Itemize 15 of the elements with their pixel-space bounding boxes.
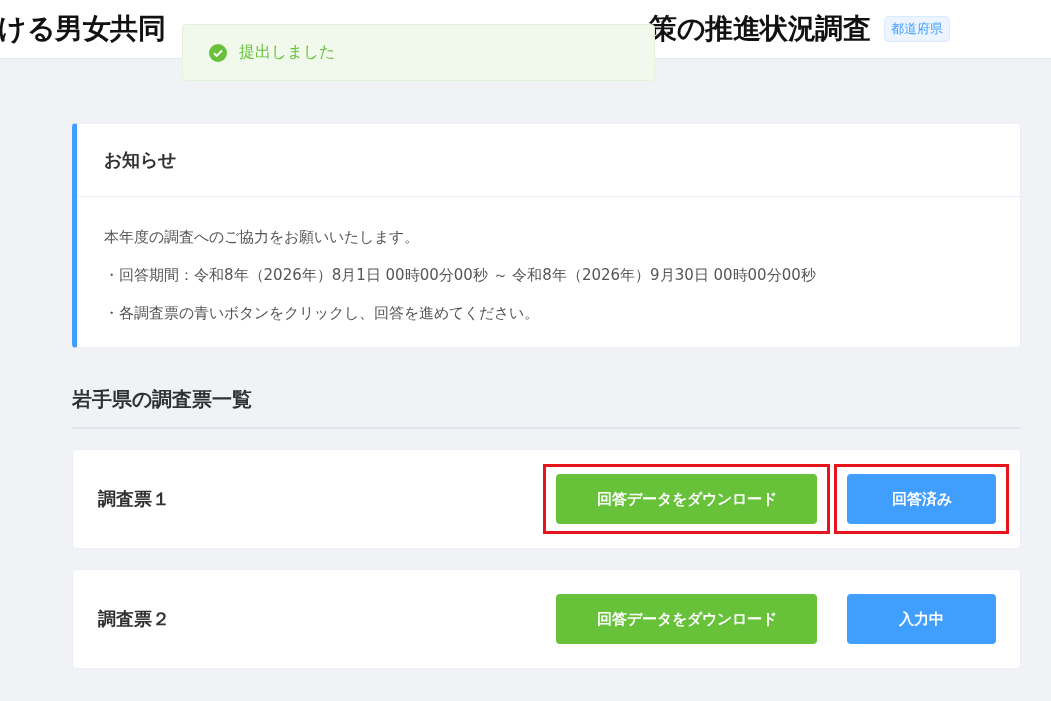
- status-button[interactable]: 入力中: [847, 594, 996, 644]
- notice-title: お知らせ: [77, 124, 1020, 197]
- survey-name: 調査票１: [98, 487, 171, 511]
- notice-text: ・各調査票の青いボタンをクリックし、回答を進めてください。: [104, 303, 540, 324]
- download-button[interactable]: 回答データをダウンロード: [556, 474, 817, 524]
- notice-text: ・回答期間：令和8年（2026年）8月1日 00時00分00秒 ～ 令和8年（2026年）9月30日 00時00分00秒: [104, 265, 817, 286]
- success-icon: [209, 43, 227, 62]
- section-title: 岩手県の調査票一覧: [72, 386, 1021, 429]
- notice-text: 本年度の調査へのご協力をお願いいたします。: [104, 227, 420, 248]
- toast-message: 提出しました: [239, 42, 335, 63]
- category-badge: 都道府県: [884, 16, 950, 42]
- survey-name: 調査票２: [98, 607, 171, 631]
- status-button[interactable]: 回答済み: [847, 474, 996, 524]
- download-button[interactable]: 回答データをダウンロード: [556, 594, 817, 644]
- page-title: ける男女共同: [0, 11, 165, 47]
